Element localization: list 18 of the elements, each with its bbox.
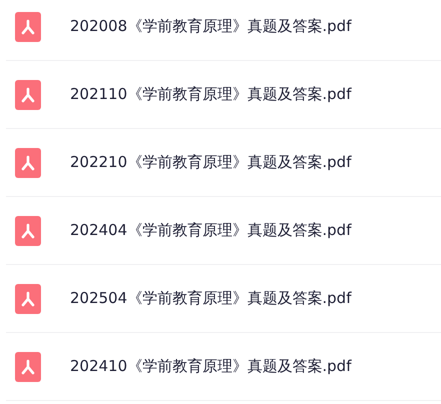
pdf-file-icon: [15, 284, 41, 314]
pdf-file-icon: [15, 216, 41, 246]
file-row[interactable]: 202210《学前教育原理》真题及答案.pdf: [6, 129, 441, 197]
pdf-file-icon: [15, 80, 41, 110]
file-name: 202210《学前教育原理》真题及答案.pdf: [70, 153, 352, 172]
file-name: 202110《学前教育原理》真题及答案.pdf: [70, 85, 352, 104]
file-name: 202008《学前教育原理》真题及答案.pdf: [70, 17, 352, 36]
pdf-file-icon: [15, 148, 41, 178]
file-row[interactable]: 202404《学前教育原理》真题及答案.pdf: [6, 197, 441, 265]
pdf-file-icon: [15, 352, 41, 382]
pdf-file-icon: [15, 12, 41, 42]
file-row[interactable]: 202008《学前教育原理》真题及答案.pdf: [6, 0, 441, 61]
file-name: 202404《学前教育原理》真题及答案.pdf: [70, 221, 352, 240]
file-row[interactable]: 202110《学前教育原理》真题及答案.pdf: [6, 61, 441, 129]
file-row[interactable]: 202504《学前教育原理》真题及答案.pdf: [6, 265, 441, 333]
file-name: 202504《学前教育原理》真题及答案.pdf: [70, 289, 352, 308]
file-row[interactable]: 202410《学前教育原理》真题及答案.pdf: [6, 333, 441, 401]
file-name: 202410《学前教育原理》真题及答案.pdf: [70, 357, 352, 376]
